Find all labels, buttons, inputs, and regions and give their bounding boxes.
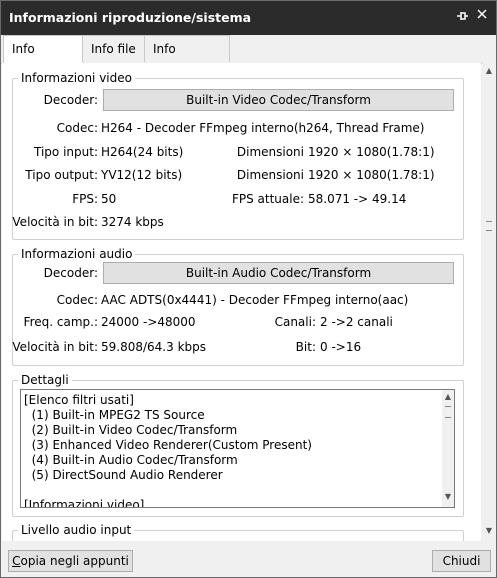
details-line: (4) Built-in Audio Codec/Transform xyxy=(24,453,238,467)
tab-label: Info file xyxy=(91,42,136,56)
video-output-type-label: Tipo output: xyxy=(25,168,98,182)
audio-bitrate-value: 59.808/64.3 kbps xyxy=(101,340,206,354)
audio-freq-label: Freq. camp.: xyxy=(23,315,98,329)
audio-decoder-label: Decoder: xyxy=(43,266,98,280)
pin-icon[interactable] xyxy=(455,9,471,25)
audio-freq-value: 24000 ->48000 xyxy=(101,315,196,329)
info-window: Informazioni riproduzione/sistema Info r… xyxy=(0,0,497,578)
scroll-up-icon[interactable]: ▲ xyxy=(444,393,452,401)
audio-level-group-title: Livello audio input xyxy=(18,523,135,537)
video-fps-value: 50 xyxy=(101,192,117,206)
video-fps-actual-value: 58.071 -> 49.14 xyxy=(308,192,407,206)
audio-group-title: Informazioni audio xyxy=(18,247,136,261)
audio-bit-label: Bit: xyxy=(295,340,316,354)
scroll-thumb[interactable] xyxy=(486,221,492,231)
details-line xyxy=(24,483,312,498)
title-bar[interactable]: Informazioni riproduzione/sistema xyxy=(1,1,496,35)
video-output-type-value: YV12(12 bits) xyxy=(101,168,183,182)
video-output-dim-value: 1920 × 1080(1.78:1) xyxy=(308,168,435,182)
window-title: Informazioni riproduzione/sistema xyxy=(9,10,252,25)
copy-accesskey: C xyxy=(12,554,21,568)
video-bitrate-label: Velocità in bit: xyxy=(12,215,98,229)
video-fps-label: FPS: xyxy=(72,192,98,206)
details-group-title: Dettagli xyxy=(18,373,72,387)
video-fps-actual-label: FPS attuale: xyxy=(231,192,304,206)
details-line: (3) Enhanced Video Renderer(Custom Prese… xyxy=(24,438,312,452)
video-output-dim-label: Dimensioni xyxy=(236,168,304,182)
details-line: [Elenco filtri usati] xyxy=(24,393,134,407)
main-scrollbar[interactable]: ▲ ▼ xyxy=(482,63,496,541)
details-line: (5) DirectSound Audio Renderer xyxy=(24,468,223,482)
video-decoder-label: Decoder: xyxy=(43,93,98,107)
audio-bitrate-label: Velocità in bit: xyxy=(12,340,98,354)
video-input-dim-label: Dimensioni xyxy=(236,145,304,159)
copy-label: opia negli appunti xyxy=(20,554,129,568)
details-textarea[interactable]: [Elenco filtri usati] (1) Built-in MPEG2… xyxy=(20,389,455,508)
tab-content: Informazioni video Decoder: Built-in Vid… xyxy=(2,63,481,541)
copy-to-clipboard-button[interactable]: Copia negli appunti xyxy=(8,550,133,572)
scroll-up-icon[interactable]: ▲ xyxy=(485,67,493,75)
audio-decoder-button[interactable]: Built-in Audio Codec/Transform xyxy=(103,262,454,284)
tab-info-file[interactable]: Info file xyxy=(82,35,148,62)
video-input-type-value: H264(24 bits) xyxy=(101,145,184,159)
video-codec-value: H264 - Decoder FFmpeg interno(h264, Thre… xyxy=(101,121,425,135)
scroll-down-icon[interactable]: ▼ xyxy=(485,527,493,535)
video-bitrate-value: 3274 kbps xyxy=(101,215,164,229)
bottom-bar: Copia negli appunti Chiudi xyxy=(1,541,496,577)
details-line: (1) Built-in MPEG2 TS Source xyxy=(24,408,205,422)
video-input-dim-value: 1920 × 1080(1.78:1) xyxy=(308,145,435,159)
audio-codec-label: Codec: xyxy=(56,293,98,307)
close-button[interactable]: Chiudi xyxy=(432,550,491,572)
audio-codec-value: AAC ADTS(0x4441) - Decoder FFmpeg intern… xyxy=(101,293,409,307)
tab-info-sistema[interactable]: Info sistema xyxy=(144,35,230,82)
video-decoder-button[interactable]: Built-in Video Codec/Transform xyxy=(103,89,454,111)
audio-channels-label: Canali: xyxy=(274,315,316,329)
details-line: [Informazioni video] xyxy=(24,498,145,508)
scroll-thumb[interactable] xyxy=(445,406,451,418)
video-codec-label: Codec: xyxy=(56,121,98,135)
tab-bar: Info riprod. Info file Info sistema xyxy=(1,35,496,82)
details-scrollbar[interactable]: ▲ ▼ xyxy=(442,390,454,507)
tab-info-riprod[interactable]: Info riprod. xyxy=(3,35,84,82)
details-line: (2) Built-in Video Codec/Transform xyxy=(24,423,238,437)
close-icon[interactable] xyxy=(475,7,491,25)
video-group-title: Informazioni video xyxy=(18,71,135,85)
scroll-down-icon[interactable]: ▼ xyxy=(444,493,452,501)
audio-channels-value: 2 ->2 canali xyxy=(320,315,393,329)
audio-bit-value: 0 ->16 xyxy=(320,340,362,354)
video-input-type-label: Tipo input: xyxy=(34,145,98,159)
